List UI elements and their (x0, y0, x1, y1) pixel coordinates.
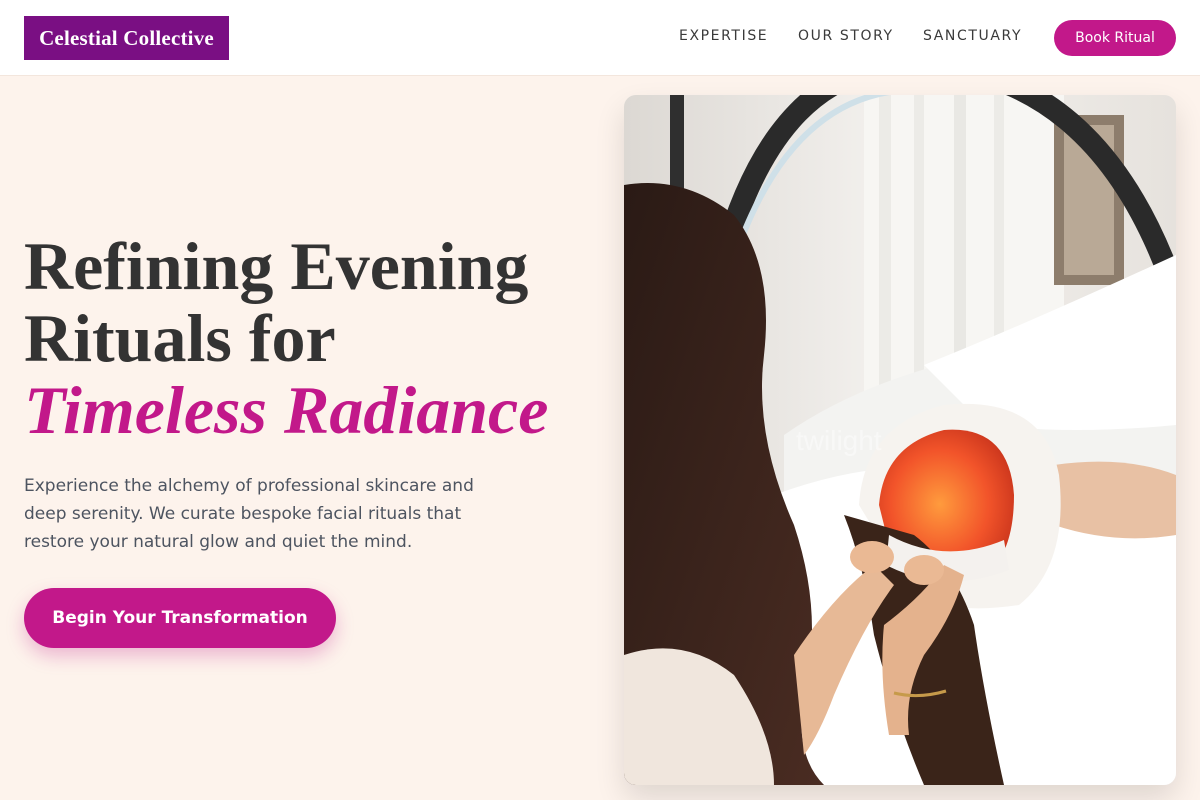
hero-title-accent: Timeless Radiance (24, 372, 549, 448)
nav-link-sanctuary[interactable]: SANCTUARY (923, 28, 1022, 44)
nav-link-expertise[interactable]: EXPERTISE (679, 28, 768, 44)
svg-text:twilight: twilight (796, 425, 882, 456)
hero-photo-illustration: twilight (624, 95, 1176, 785)
site-header: Celestial Collective EXPERTISE OUR STORY… (0, 0, 1200, 76)
nav-link-our-story[interactable]: OUR STORY (798, 28, 894, 44)
book-ritual-button[interactable]: Book Ritual (1054, 20, 1176, 56)
hero-title-line: Refining Evening (24, 228, 529, 304)
hero-title-line: Rituals for (24, 300, 336, 376)
hero-image: twilight (624, 95, 1176, 785)
begin-transformation-button[interactable]: Begin Your Transformation (24, 588, 336, 648)
hero-title: Refining Evening Rituals for Timeless Ra… (24, 230, 604, 446)
logo[interactable]: Celestial Collective (24, 16, 229, 60)
hero-description: Experience the alchemy of professional s… (24, 476, 474, 552)
